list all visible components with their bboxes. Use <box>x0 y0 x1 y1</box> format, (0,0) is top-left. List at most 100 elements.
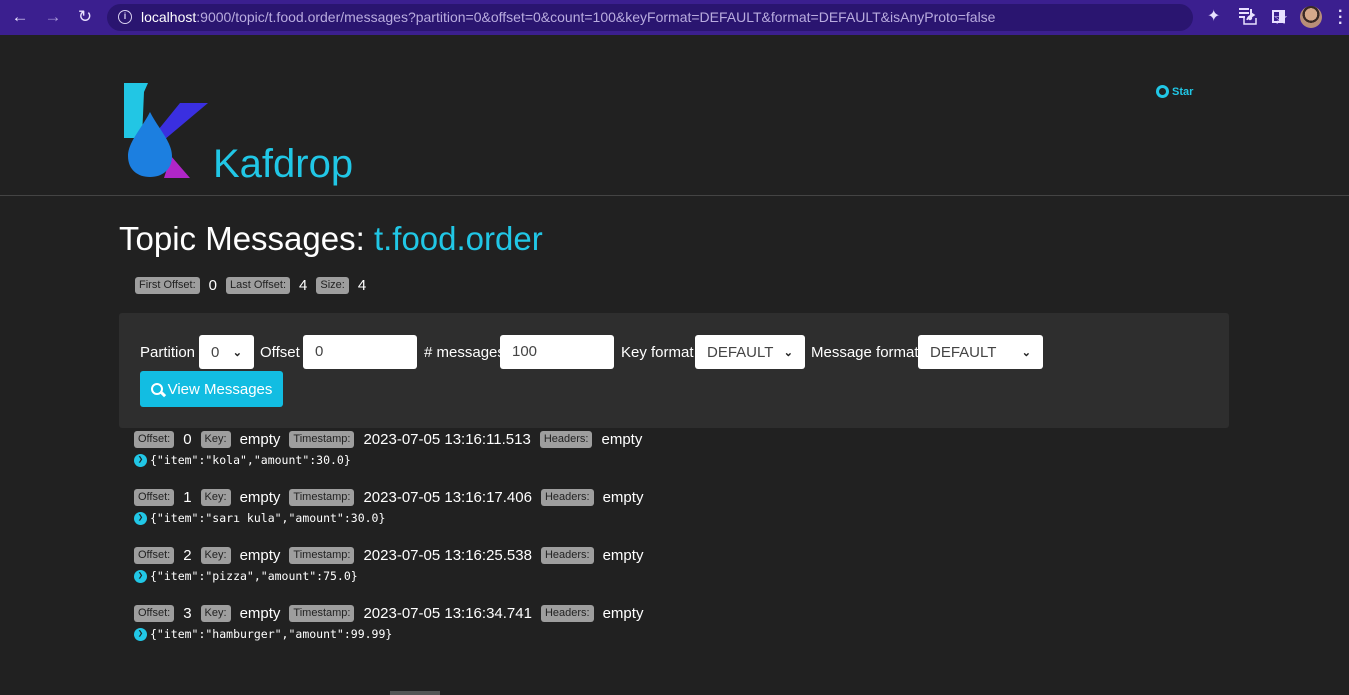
offset-badge: Offset: <box>134 489 175 506</box>
view-messages-label: View Messages <box>167 380 273 398</box>
key-badge: Key: <box>200 547 231 564</box>
message-payload: {"item":"kola","amount":30.0} <box>150 453 351 467</box>
horizontal-scrollbar[interactable] <box>390 691 440 695</box>
message-body[interactable]: ❯ {"item":"kola","amount":30.0} <box>134 453 647 467</box>
timestamp-badge: Timestamp: <box>289 547 355 564</box>
message-headers: empty <box>602 605 644 622</box>
site-info-icon[interactable]: i <box>118 10 132 24</box>
message-format-value: DEFAULT <box>930 343 997 361</box>
message-item: Offset: 2 Key: empty Timestamp: 2023-07-… <box>134 547 648 583</box>
key-badge: Key: <box>200 605 231 622</box>
key-format-value: DEFAULT <box>707 343 774 361</box>
message-timestamp: 2023-07-05 13:16:25.538 <box>363 547 532 564</box>
timestamp-badge: Timestamp: <box>289 489 355 506</box>
message-key: empty <box>239 547 281 564</box>
key-badge: Key: <box>200 431 231 448</box>
topic-stats: First Offset: 0 Last Offset: 4 Size: 4 <box>135 277 371 294</box>
offset-badge: Offset: <box>134 547 175 564</box>
key-badge: Key: <box>200 489 231 506</box>
message-body[interactable]: ❯ {"item":"pizza","amount":75.0} <box>134 569 648 583</box>
message-offset: 3 <box>183 605 192 622</box>
message-payload: {"item":"hamburger","amount":99.99} <box>150 627 393 641</box>
chevron-down-icon: ⌄ <box>232 346 242 359</box>
size-value: 4 <box>357 277 367 294</box>
reload-icon[interactable]: ↻ <box>74 6 96 28</box>
brand-name[interactable]: Kafdrop <box>213 142 353 187</box>
partition-select[interactable]: 0 ⌄ <box>199 335 254 369</box>
url-path: :9000/topic/t.food.order/messages?partit… <box>196 9 996 25</box>
topic-name: t.food.order <box>373 220 543 257</box>
message-filter-form <box>119 313 1229 428</box>
offset-label: Offset <box>260 344 300 361</box>
first-offset-badge: First Offset: <box>135 277 200 294</box>
media-control-icon[interactable] <box>1238 7 1255 21</box>
star-label: Star <box>1172 85 1194 98</box>
message-payload: {"item":"sarı kula","amount":30.0} <box>150 511 386 525</box>
search-icon <box>150 383 163 395</box>
timestamp-badge: Timestamp: <box>289 605 355 622</box>
partition-label: Partition <box>140 344 196 361</box>
message-header: Offset: 0 Key: empty Timestamp: 2023-07-… <box>134 431 647 448</box>
expand-chevron-icon[interactable]: ❯ <box>134 453 147 467</box>
message-header: Offset: 2 Key: empty Timestamp: 2023-07-… <box>134 547 648 564</box>
view-messages-button[interactable]: View Messages <box>140 371 283 407</box>
message-key: empty <box>239 605 281 622</box>
key-format-label: Key format <box>621 344 694 361</box>
github-star-link[interactable]: Star <box>1156 85 1193 98</box>
last-offset-badge: Last Offset: <box>225 277 291 294</box>
message-header: Offset: 3 Key: empty Timestamp: 2023-07-… <box>134 605 648 622</box>
offset-badge: Offset: <box>134 605 175 622</box>
extensions-puzzle-icon[interactable]: ✦ <box>1207 6 1220 26</box>
message-header: Offset: 1 Key: empty Timestamp: 2023-07-… <box>134 489 648 506</box>
messages-count-label: # messages <box>424 344 505 361</box>
expand-chevron-icon[interactable]: ❯ <box>134 511 147 525</box>
forward-arrow-icon[interactable]: → <box>42 6 64 28</box>
more-menu-icon[interactable]: · · · <box>1338 4 1343 32</box>
github-icon <box>1156 85 1169 98</box>
message-timestamp: 2023-07-05 13:16:17.406 <box>363 489 532 506</box>
back-arrow-icon[interactable]: ← <box>9 6 31 28</box>
message-key: empty <box>239 431 281 448</box>
page-title: Topic Messages: t.food.order <box>119 220 543 258</box>
side-panel-icon[interactable] <box>1272 10 1285 23</box>
title-prefix: Topic Messages: <box>119 220 365 257</box>
last-offset-value: 4 <box>299 277 308 294</box>
message-item: Offset: 1 Key: empty Timestamp: 2023-07-… <box>134 489 648 525</box>
expand-chevron-icon[interactable]: ❯ <box>134 627 147 641</box>
kafdrop-logo-icon[interactable] <box>124 82 208 178</box>
message-headers: empty <box>602 547 644 564</box>
message-body[interactable]: ❯ {"item":"sarı kula","amount":30.0} <box>134 511 648 525</box>
message-item: Offset: 3 Key: empty Timestamp: 2023-07-… <box>134 605 648 641</box>
site-header: Kafdrop Star <box>0 35 1349 196</box>
message-format-select[interactable]: DEFAULT ⌄ <box>918 335 1043 369</box>
profile-avatar[interactable] <box>1300 6 1322 28</box>
message-item: Offset: 0 Key: empty Timestamp: 2023-07-… <box>134 431 647 467</box>
partition-value: 0 <box>211 343 220 361</box>
message-body[interactable]: ❯ {"item":"hamburger","amount":99.99} <box>134 627 648 641</box>
message-headers: empty <box>602 489 644 506</box>
first-offset-value: 0 <box>208 277 217 294</box>
chevron-down-icon: ⌄ <box>1021 346 1031 359</box>
message-format-label: Message format <box>811 344 919 361</box>
offset-input[interactable]: 0 <box>303 335 417 369</box>
message-offset: 1 <box>183 489 192 506</box>
chevron-down-icon: ⌄ <box>783 346 793 359</box>
size-badge: Size: <box>316 277 349 294</box>
key-format-select[interactable]: DEFAULT ⌄ <box>695 335 805 369</box>
messages-count-input[interactable]: 100 <box>500 335 614 369</box>
headers-badge: Headers: <box>540 547 594 564</box>
browser-toolbar: ← → ↻ i localhost:9000/topic/t.food.orde… <box>0 0 1349 35</box>
message-payload: {"item":"pizza","amount":75.0} <box>150 569 358 583</box>
headers-badge: Headers: <box>540 605 594 622</box>
headers-badge: Headers: <box>540 489 594 506</box>
url-host: localhost <box>141 9 197 25</box>
timestamp-badge: Timestamp: <box>289 431 355 448</box>
message-timestamp: 2023-07-05 13:16:11.513 <box>363 431 531 448</box>
expand-chevron-icon[interactable]: ❯ <box>134 569 147 583</box>
offset-badge: Offset: <box>134 431 175 448</box>
url-text[interactable]: localhost:9000/topic/t.food.order/messag… <box>141 9 995 25</box>
message-offset: 2 <box>183 547 192 564</box>
headers-badge: Headers: <box>539 431 593 448</box>
address-bar[interactable]: i localhost:9000/topic/t.food.order/mess… <box>107 4 1288 31</box>
message-headers: empty <box>601 431 643 448</box>
